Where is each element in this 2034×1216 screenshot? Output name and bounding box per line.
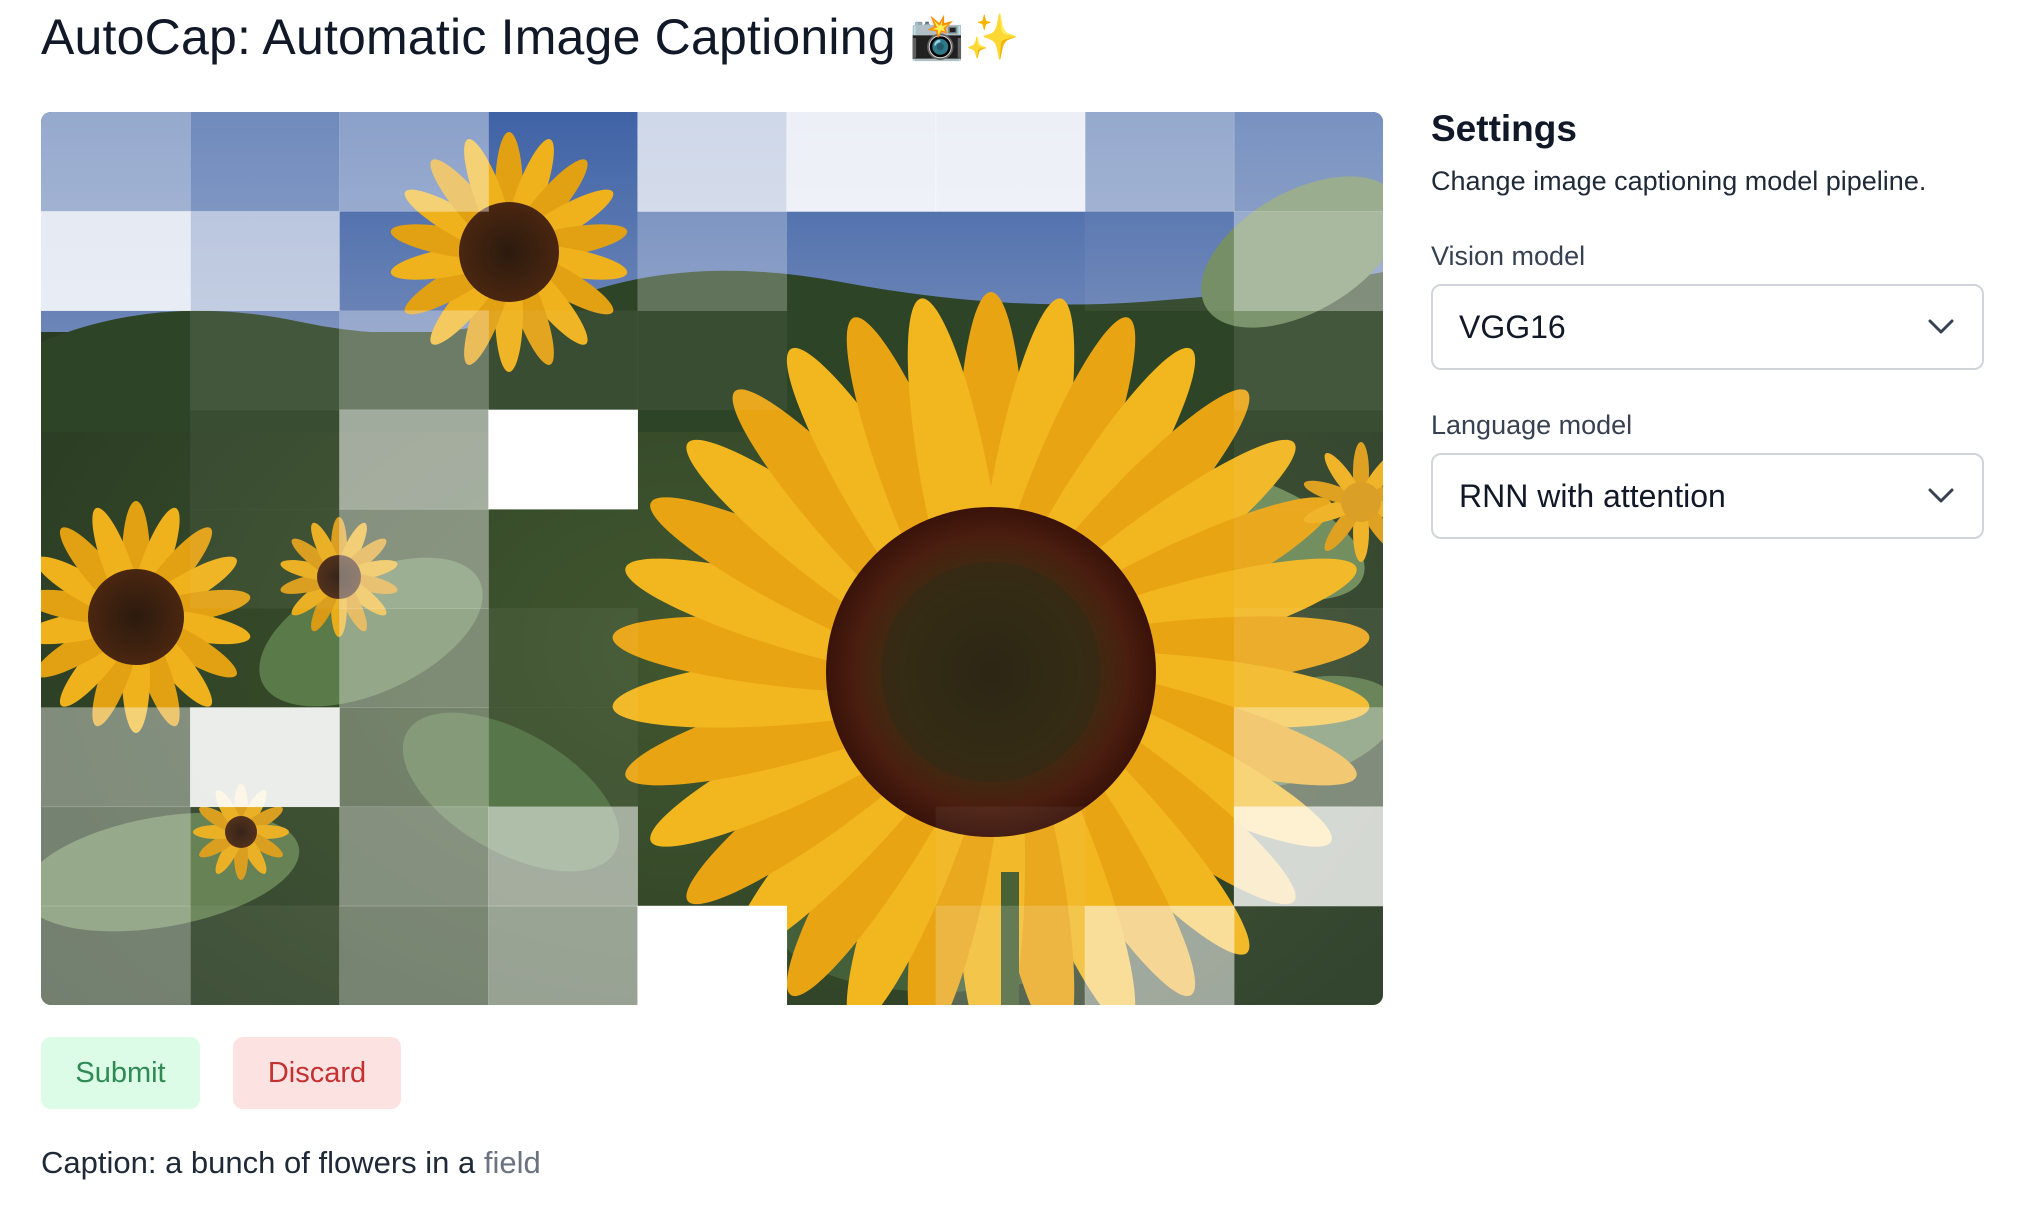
- settings-description: Change image captioning model pipeline.: [1431, 166, 1927, 196]
- language-model-value: RNN with attention: [1459, 477, 1726, 514]
- vision-model-label: Vision model: [1431, 241, 1586, 271]
- language-model-select[interactable]: RNN with attention: [1431, 453, 1984, 539]
- language-model-label: Language model: [1431, 410, 1633, 440]
- settings-title: Settings: [1431, 108, 1577, 149]
- vision-model-value: VGG16: [1459, 308, 1566, 345]
- page-title-text: AutoCap: Automatic Image Captioning: [41, 9, 896, 65]
- sunflower-photo-icon: [41, 112, 1383, 1005]
- app-root: AutoCap: Automatic Image Captioning 📸✨ S…: [0, 0, 2034, 1216]
- discard-button[interactable]: Discard: [233, 1037, 401, 1109]
- caption-streaming-word: field: [483, 1145, 541, 1180]
- vision-model-select[interactable]: VGG16: [1431, 284, 1984, 370]
- chevron-down-icon: [1928, 319, 1954, 334]
- submit-button[interactable]: Submit: [41, 1037, 200, 1109]
- image-preview[interactable]: [41, 112, 1383, 1005]
- page-title: AutoCap: Automatic Image Captioning 📸✨: [41, 8, 1020, 66]
- caption-text: Caption: a bunch of flowers in a: [41, 1145, 476, 1180]
- caption-output: Caption: a bunch of flowers in a field: [41, 1145, 541, 1181]
- chevron-down-icon: [1928, 488, 1954, 503]
- camera-sparkles-icon: 📸✨: [909, 12, 1020, 63]
- settings-panel: Settings Change image captioning model p…: [1431, 108, 1984, 539]
